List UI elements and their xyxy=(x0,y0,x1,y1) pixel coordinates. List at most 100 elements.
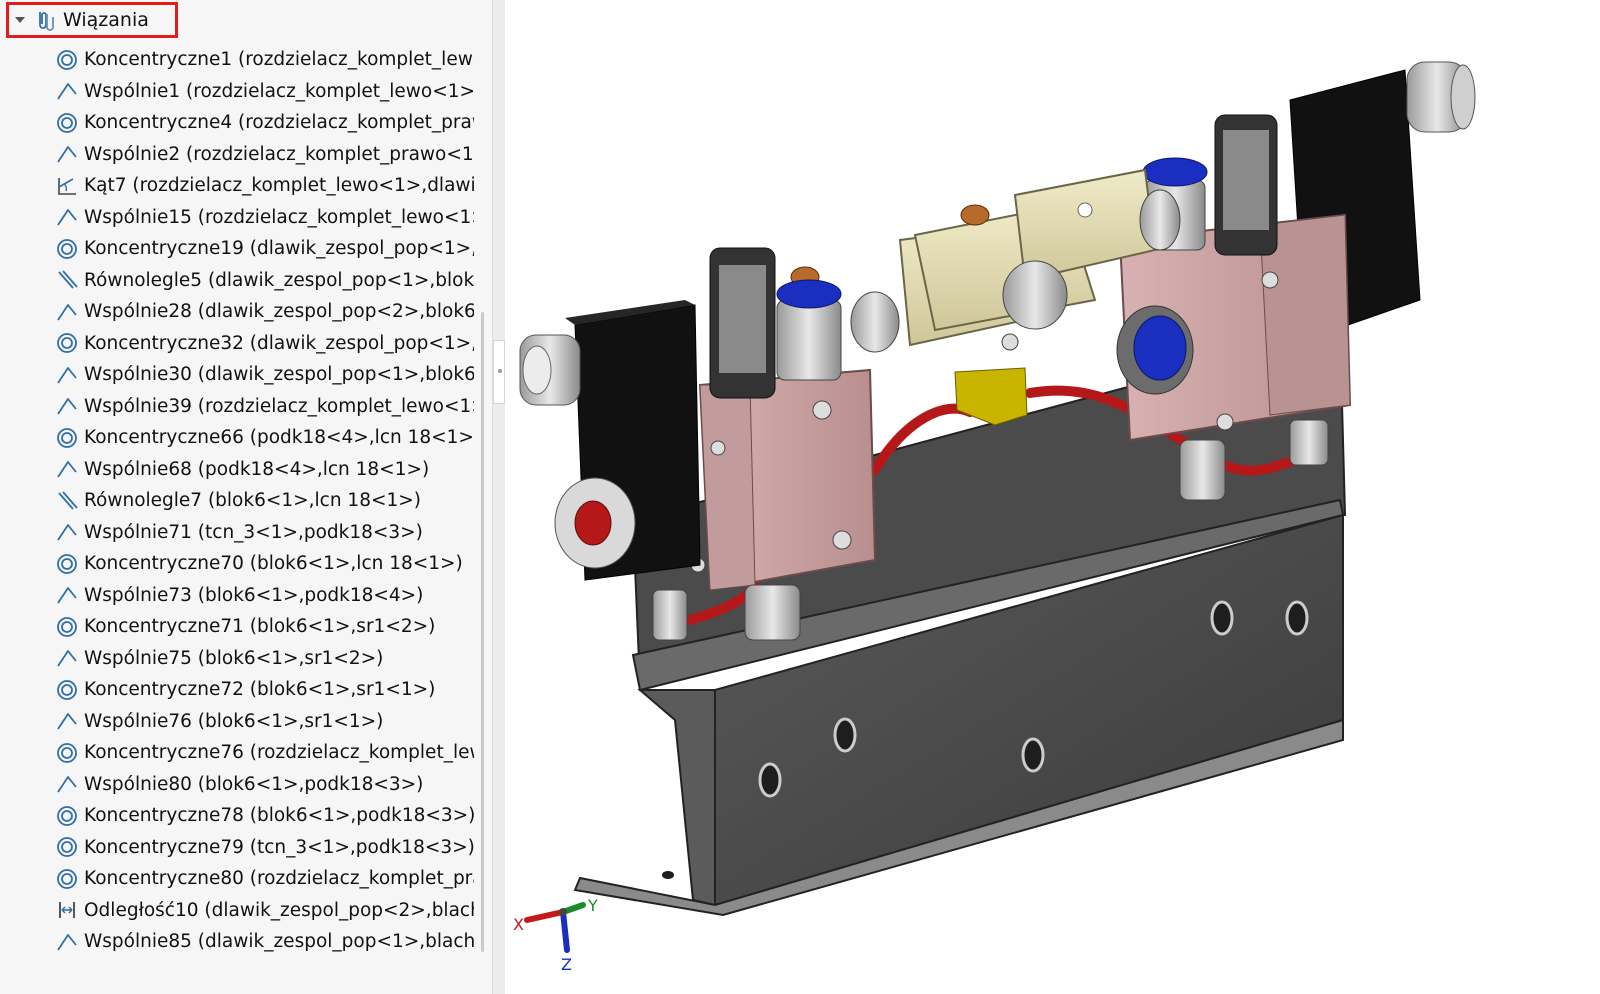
coincident-icon xyxy=(56,931,78,953)
mate-item[interactable]: Wspólnie2 (rozdzielacz_komplet_prawo<1> xyxy=(0,139,474,171)
mate-item[interactable]: Koncentryczne66 (podk18<4>,lcn 18<1>) xyxy=(0,422,474,454)
mate-item-label: Wspólnie39 (rozdzielacz_komplet_lewo<1>, xyxy=(84,395,474,417)
coincident-icon xyxy=(56,143,78,165)
mate-item[interactable]: Kąt7 (rozdzielacz_komplet_lewo<1>,dlawik… xyxy=(0,170,474,202)
mate-item-label: Koncentryczne79 (tcn_3<1>,podk18<3>) xyxy=(84,836,474,858)
feature-tree-panel: Wiązania Koncentryczne1 (rozdzielacz_kom… xyxy=(0,0,474,994)
mate-item-label: Wspólnie73 (blok6<1>,podk18<4>) xyxy=(84,584,424,606)
mate-item-label: Koncentryczne72 (blok6<1>,sr1<1>) xyxy=(84,679,436,701)
concentric-icon xyxy=(56,836,78,858)
parallel-icon xyxy=(56,269,78,291)
coincident-icon xyxy=(56,521,78,543)
mates-folder-label: Wiązania xyxy=(63,9,149,31)
mate-item-label: Kąt7 (rozdzielacz_komplet_lewo<1>,dlawik… xyxy=(84,175,474,197)
mate-item[interactable]: Równolegle7 (blok6<1>,lcn 18<1>) xyxy=(0,485,474,517)
coincident-icon xyxy=(56,206,78,228)
mate-item-label: Wspólnie68 (podk18<4>,lcn 18<1>) xyxy=(84,458,430,480)
mate-item[interactable]: Koncentryczne79 (tcn_3<1>,podk18<3>) xyxy=(0,832,474,864)
mate-item-label: Koncentryczne70 (blok6<1>,lcn 18<1>) xyxy=(84,553,463,575)
mate-item[interactable]: Wspólnie75 (blok6<1>,sr1<2>) xyxy=(0,643,474,675)
concentric-icon xyxy=(56,427,78,449)
mate-item-label: Koncentryczne1 (rozdzielacz_komplet_lewo xyxy=(84,49,474,71)
mate-item-label: Odległość10 (dlawik_zespol_pop<2>,blacha xyxy=(84,899,474,921)
coincident-icon xyxy=(56,80,78,102)
mate-item[interactable]: Koncentryczne76 (rozdzielacz_komplet_lew… xyxy=(0,737,474,769)
coincident-icon xyxy=(56,584,78,606)
mate-item[interactable]: Odległość10 (dlawik_zespol_pop<2>,blacha xyxy=(0,895,474,927)
coincident-icon xyxy=(56,773,78,795)
mate-item-label: Wspólnie71 (tcn_3<1>,podk18<3>) xyxy=(84,521,423,543)
mate-item-label: Wspólnie1 (rozdzielacz_komplet_lewo<1>,c xyxy=(84,80,474,102)
coincident-icon xyxy=(56,395,78,417)
panel-splitter[interactable] xyxy=(492,0,506,994)
collapse-caret-icon[interactable] xyxy=(15,17,25,23)
mate-item[interactable]: Wspólnie15 (rozdzielacz_komplet_lewo<1>, xyxy=(0,202,474,234)
mate-item[interactable]: Koncentryczne70 (blok6<1>,lcn 18<1>) xyxy=(0,548,474,580)
angle-icon xyxy=(56,175,78,197)
scrollbar-thumb[interactable] xyxy=(481,312,484,952)
mate-item-label: Wspólnie28 (dlawik_zespol_pop<2>,blok6< xyxy=(84,301,474,323)
mate-item-label: Wspólnie76 (blok6<1>,sr1<1>) xyxy=(84,710,384,732)
mate-item[interactable]: Koncentryczne4 (rozdzielacz_komplet_praw… xyxy=(0,107,474,139)
triad-x-label: X xyxy=(513,915,524,934)
mate-item-label: Koncentryczne32 (dlawik_zespol_pop<1>,bl xyxy=(84,332,474,354)
mate-item[interactable]: Koncentryczne1 (rozdzielacz_komplet_lewo xyxy=(0,44,474,76)
coordinate-triad: X Y Z xyxy=(513,896,598,974)
graphics-viewport[interactable]: X Y Z xyxy=(505,0,1600,994)
mate-item-label: Równolegle7 (blok6<1>,lcn 18<1>) xyxy=(84,490,421,512)
mate-item-label: Wspólnie75 (blok6<1>,sr1<2>) xyxy=(84,647,384,669)
mate-item-label: Koncentryczne19 (dlawik_zespol_pop<1>,bl xyxy=(84,238,474,260)
concentric-icon xyxy=(56,112,78,134)
mate-item[interactable]: Wspólnie71 (tcn_3<1>,podk18<3>) xyxy=(0,517,474,549)
distance-icon xyxy=(56,899,78,921)
concentric-icon xyxy=(56,616,78,638)
mate-item[interactable]: Koncentryczne80 (rozdzielacz_komplet_pra… xyxy=(0,863,474,895)
concentric-icon xyxy=(56,238,78,260)
mate-item-label: Koncentryczne71 (blok6<1>,sr1<2>) xyxy=(84,616,436,638)
mate-item[interactable]: Koncentryczne72 (blok6<1>,sr1<1>) xyxy=(0,674,474,706)
concentric-icon xyxy=(56,49,78,71)
concentric-icon xyxy=(56,332,78,354)
mate-item[interactable]: Równolegle5 (dlawik_zespol_pop<1>,blok6 xyxy=(0,265,474,297)
mate-item-label: Koncentryczne66 (podk18<4>,lcn 18<1>) xyxy=(84,427,474,449)
mate-item[interactable]: Koncentryczne32 (dlawik_zespol_pop<1>,bl xyxy=(0,328,474,360)
mate-item[interactable]: Koncentryczne78 (blok6<1>,podk18<3>) xyxy=(0,800,474,832)
mate-item[interactable]: Koncentryczne19 (dlawik_zespol_pop<1>,bl xyxy=(0,233,474,265)
mate-item[interactable]: Wspólnie80 (blok6<1>,podk18<3>) xyxy=(0,769,474,801)
mate-item[interactable]: Wspólnie28 (dlawik_zespol_pop<2>,blok6< xyxy=(0,296,474,328)
mate-item[interactable]: Wspólnie85 (dlawik_zespol_pop<1>,blacha_ xyxy=(0,926,474,958)
concentric-icon xyxy=(56,868,78,890)
mates-folder-icon xyxy=(39,12,54,31)
coincident-icon xyxy=(56,458,78,480)
coincident-icon xyxy=(56,647,78,669)
mate-item[interactable]: Wspólnie39 (rozdzielacz_komplet_lewo<1>, xyxy=(0,391,474,423)
mate-item-label: Wspólnie15 (rozdzielacz_komplet_lewo<1>, xyxy=(84,206,474,228)
right-valve[interactable] xyxy=(1116,61,1476,501)
assembly-model[interactable]: X Y Z xyxy=(505,0,1600,994)
parallel-icon xyxy=(56,490,78,512)
coincident-icon xyxy=(56,301,78,323)
tree-scrollbar[interactable] xyxy=(474,0,492,994)
mate-item-label: Wspólnie2 (rozdzielacz_komplet_prawo<1> xyxy=(84,143,474,165)
mates-list: Koncentryczne1 (rozdzielacz_komplet_lewo… xyxy=(0,44,474,958)
mate-item[interactable]: Wspólnie1 (rozdzielacz_komplet_lewo<1>,c xyxy=(0,76,474,108)
mate-item-label: Równolegle5 (dlawik_zespol_pop<1>,blok6 xyxy=(84,269,474,291)
mate-item[interactable]: Wspólnie30 (dlawik_zespol_pop<1>,blok6< xyxy=(0,359,474,391)
mates-folder[interactable]: Wiązania xyxy=(6,2,178,38)
mate-item[interactable]: Wspólnie73 (blok6<1>,podk18<4>) xyxy=(0,580,474,612)
triad-z-label: Z xyxy=(561,955,572,974)
mate-item-label: Wspólnie85 (dlawik_zespol_pop<1>,blacha_ xyxy=(84,931,474,953)
mate-item-label: Koncentryczne80 (rozdzielacz_komplet_pra… xyxy=(84,868,474,890)
concentric-icon xyxy=(56,553,78,575)
mate-item[interactable]: Wspólnie68 (podk18<4>,lcn 18<1>) xyxy=(0,454,474,486)
concentric-icon xyxy=(56,742,78,764)
coincident-icon xyxy=(56,364,78,386)
concentric-icon xyxy=(56,679,78,701)
mate-item-label: Koncentryczne78 (blok6<1>,podk18<3>) xyxy=(84,805,474,827)
mate-item-label: Koncentryczne76 (rozdzielacz_komplet_lew… xyxy=(84,742,474,764)
mate-item[interactable]: Wspólnie76 (blok6<1>,sr1<1>) xyxy=(0,706,474,738)
grip-dot-icon xyxy=(498,369,502,373)
mate-item[interactable]: Koncentryczne71 (blok6<1>,sr1<2>) xyxy=(0,611,474,643)
splitter-grip[interactable] xyxy=(493,340,505,404)
coincident-icon xyxy=(56,710,78,732)
